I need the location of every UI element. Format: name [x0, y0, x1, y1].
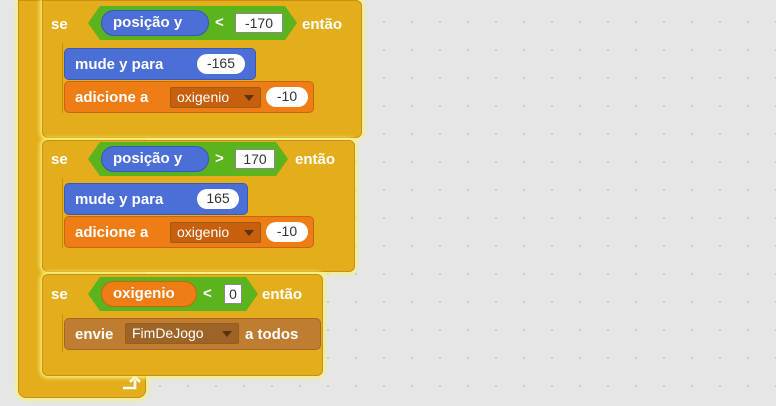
- loop-arrow-icon: [120, 375, 142, 393]
- dropdown-arrow-icon: [222, 331, 232, 337]
- compare-value-input[interactable]: -170: [235, 13, 283, 33]
- broadcast-label: envie: [75, 326, 114, 343]
- set-y-label: mude y para: [75, 191, 164, 208]
- then-keyword: então: [262, 286, 303, 303]
- variable-dropdown-value: oxigenio: [177, 89, 230, 105]
- change-value-input[interactable]: -10: [266, 222, 308, 242]
- variable-dropdown[interactable]: oxigenio: [170, 87, 261, 108]
- reporter-label: oxigenio: [113, 285, 175, 302]
- operator-symbol: <: [215, 14, 224, 31]
- set-y-label: mude y para: [75, 56, 164, 73]
- broadcast-suffix: a todos: [245, 326, 299, 343]
- if-block-3-arm: [43, 314, 63, 352]
- reporter-label: posição y: [113, 150, 183, 167]
- set-y-value-input[interactable]: -165: [197, 54, 245, 74]
- message-dropdown[interactable]: FimDeJogo: [125, 323, 239, 344]
- variable-dropdown[interactable]: oxigenio: [170, 222, 261, 243]
- if-block-2-arm: [43, 178, 63, 248]
- dropdown-arrow-icon: [244, 230, 254, 236]
- then-keyword: então: [302, 16, 343, 33]
- compare-value-input[interactable]: 0: [224, 284, 242, 304]
- change-variable-label: adicione a: [75, 89, 149, 106]
- if-keyword: se: [51, 286, 68, 303]
- then-keyword: então: [295, 151, 336, 168]
- operator-symbol: >: [215, 150, 224, 167]
- if-block-1-arm: [43, 43, 63, 113]
- variable-dropdown-value: oxigenio: [177, 224, 230, 240]
- set-y-value-input[interactable]: 165: [197, 189, 239, 209]
- change-variable-label: adicione a: [75, 224, 149, 241]
- reporter-label: posição y: [113, 14, 183, 31]
- if-keyword: se: [51, 151, 68, 168]
- operator-symbol: <: [203, 285, 212, 302]
- message-dropdown-value: FimDeJogo: [132, 325, 204, 341]
- compare-value-input[interactable]: 170: [235, 149, 275, 169]
- change-value-input[interactable]: -10: [266, 87, 308, 107]
- if-keyword: se: [51, 16, 68, 33]
- dropdown-arrow-icon: [244, 95, 254, 101]
